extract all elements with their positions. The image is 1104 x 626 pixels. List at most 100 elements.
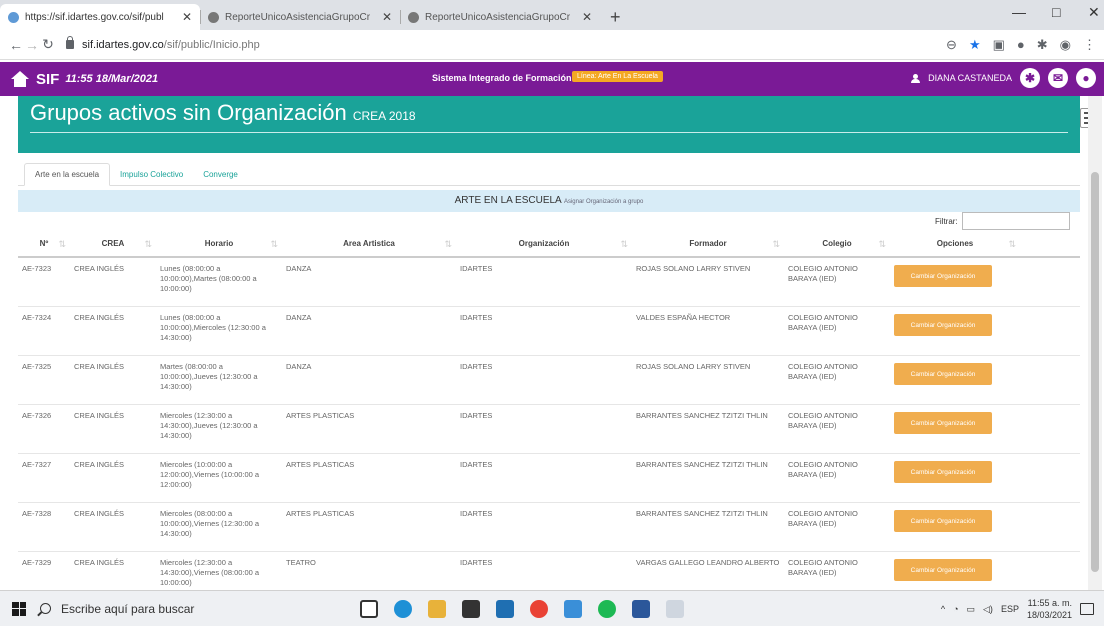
cell-horario: Miercoles (08:00:00 a 10:00:00),Viernes … — [160, 509, 260, 538]
page-title: Grupos activos sin Organización CREA 201… — [30, 100, 416, 126]
column-header-numero[interactable]: Nº — [18, 231, 70, 257]
cell-organizacion: IDARTES — [460, 509, 493, 518]
cell-horario: Martes (08:00:00 a 10:00:00),Jueves (12:… — [160, 362, 258, 391]
cell-opciones: Cambiar Organización — [890, 405, 1020, 453]
chrome-app-icon[interactable] — [530, 599, 548, 618]
page-title-text: Grupos activos sin Organización — [30, 100, 347, 125]
browser-tab-sif[interactable]: https://sif.idartes.gov.co/sif/publ ✕ — [0, 4, 200, 30]
volume-icon[interactable]: ◁) — [983, 604, 993, 615]
taskbar-clock[interactable]: 11:55 a. m. 18/03/2021 — [1027, 597, 1072, 621]
section-header: ARTE EN LA ESCUELA Asignar Organización … — [18, 190, 1080, 212]
network-icon[interactable]: ◔ — [953, 604, 958, 614]
account-icon[interactable]: ● — [1076, 68, 1096, 88]
mail-app-icon[interactable] — [496, 599, 514, 618]
cambiar-organizacion-button[interactable]: Cambiar Organización — [894, 412, 992, 434]
cell-area: DANZA — [286, 264, 312, 273]
cell-numero: AE-7328 — [22, 509, 52, 518]
cambiar-organizacion-button[interactable]: Cambiar Organización — [894, 314, 992, 336]
back-icon[interactable]: ← — [8, 37, 24, 53]
column-header-organizacion[interactable]: Organización — [456, 231, 632, 257]
cell-organizacion: IDARTES — [460, 362, 493, 371]
app-icon[interactable] — [564, 599, 582, 618]
close-icon[interactable]: ✕ — [182, 10, 192, 24]
chevron-up-icon[interactable]: ^ — [941, 604, 945, 614]
cambiar-organizacion-button[interactable]: Cambiar Organización — [894, 363, 992, 385]
profile-icon[interactable]: ◉ — [1060, 37, 1071, 53]
menu-dots-icon[interactable]: ⋮ — [1083, 37, 1096, 53]
browser-tab-reporte-1[interactable]: ReporteUnicoAsistenciaGrupoCr ✕ — [200, 4, 400, 30]
column-header-area[interactable]: Area Artistica — [282, 231, 456, 257]
system-line-badge[interactable]: Línea: Arte En La Escuela — [572, 71, 663, 82]
scrollbar-thumb[interactable] — [1091, 172, 1099, 572]
cell-area: ARTES PLASTICAS — [286, 411, 355, 420]
windows-start-icon[interactable] — [12, 601, 26, 616]
puzzle-icon[interactable]: ✱ — [1037, 37, 1048, 53]
spotify-icon[interactable] — [598, 599, 616, 618]
page-banner: Grupos activos sin Organización CREA 201… — [18, 96, 1080, 153]
notification-icon[interactable] — [1080, 603, 1094, 615]
app-header: SIF 11:55 18/Mar/2021 Sistema Integrado … — [0, 62, 1104, 96]
system-title: Sistema Integrado de Formación — [432, 73, 572, 83]
mail-icon[interactable]: ✉ — [1048, 68, 1068, 88]
cell-numero: AE-7323 — [22, 264, 52, 273]
groups-table: Nº CREA Horario Area Artistica Organizac… — [18, 231, 1080, 601]
column-header-horario[interactable]: Horario — [156, 231, 282, 257]
column-header-opciones[interactable]: Opciones — [890, 231, 1020, 257]
table-row: AE-7323 CREA INGLÉS Lunes (08:00:00 a 10:0… — [18, 258, 1080, 307]
extension-icon[interactable]: ▣ — [993, 37, 1005, 53]
store-icon[interactable] — [462, 599, 480, 618]
table-body: AE-7323 CREA INGLÉS Lunes (08:00:00 a 10:0… — [18, 258, 1080, 601]
user-name[interactable]: DIANA CASTANEDA — [928, 73, 1012, 83]
extension-icon[interactable]: ● — [1017, 37, 1025, 52]
tab-converge[interactable]: Converge — [193, 164, 248, 185]
clock-date: 18/03/2021 — [1026, 610, 1072, 620]
reload-icon[interactable]: ↻ — [40, 36, 56, 53]
home-icon[interactable] — [10, 71, 30, 87]
cell-organizacion: IDARTES — [460, 460, 493, 469]
window-close-icon[interactable]: ✕ — [1088, 4, 1100, 21]
cambiar-organizacion-button[interactable]: Cambiar Organización — [894, 265, 992, 287]
table-row: AE-7324 CREA INGLÉS Lunes (08:00:00 a 10:0… — [18, 307, 1080, 356]
minimize-icon[interactable]: — — [1012, 4, 1026, 20]
cell-formador: VALDES ESPAÑA HECTOR — [636, 313, 731, 322]
app-brand[interactable]: SIF — [36, 71, 59, 88]
task-view-icon[interactable] — [360, 599, 378, 618]
cell-opciones: Cambiar Organización — [890, 307, 1020, 355]
cell-horario: Miercoles (12:30:00 a 14:30:00),Jueves (… — [160, 411, 258, 440]
tab-title: ReporteUnicoAsistenciaGrupoCr — [225, 11, 371, 23]
tab-arte-en-la-escuela[interactable]: Arte en la escuela — [24, 163, 111, 186]
new-tab-button[interactable]: + — [600, 4, 631, 30]
close-icon[interactable]: ✕ — [582, 10, 592, 24]
table-row: AE-7326 CREA INGLÉS Miercoles (12:30:00 a … — [18, 405, 1080, 454]
cambiar-organizacion-button[interactable]: Cambiar Organización — [894, 461, 992, 483]
column-header-colegio[interactable]: Colegio — [784, 231, 890, 257]
word-icon[interactable] — [632, 599, 650, 618]
filter-input[interactable] — [961, 212, 1070, 230]
paint-icon[interactable] — [666, 599, 684, 618]
cambiar-organizacion-button[interactable]: Cambiar Organización — [894, 510, 992, 532]
close-icon[interactable]: ✕ — [382, 10, 392, 24]
file-explorer-icon[interactable] — [428, 599, 446, 618]
help-icon[interactable]: ✱ — [1020, 68, 1040, 88]
column-header-crea[interactable]: CREA — [70, 231, 156, 257]
cell-horario: Lunes (08:00:00 a 10:00:00),Martes (08:0… — [160, 264, 257, 293]
zoom-icon[interactable]: ⊖ — [946, 37, 957, 53]
language-indicator[interactable]: ESP — [1001, 604, 1019, 614]
taskbar-search-placeholder: Escribe aquí para buscar — [61, 601, 195, 616]
edge-icon[interactable] — [394, 599, 412, 618]
taskbar-search[interactable]: Escribe aquí para buscar — [40, 591, 320, 626]
cell-crea: CREA INGLÉS — [74, 460, 125, 469]
url-input[interactable]: sif.idartes.gov.co /sif/public/Inicio.ph… — [66, 34, 926, 56]
bookmark-star-icon[interactable]: ★ — [969, 37, 981, 53]
battery-icon[interactable]: ▭ — [967, 604, 976, 615]
maximize-icon[interactable]: □ — [1052, 4, 1060, 20]
page-scrollbar[interactable] — [1088, 96, 1102, 590]
forward-icon[interactable]: → — [24, 37, 40, 53]
lock-icon — [66, 36, 75, 49]
browser-tab-reporte-2[interactable]: ReporteUnicoAsistenciaGrupoCr ✕ — [400, 4, 600, 30]
filter-label: Filtrar: — [935, 216, 958, 226]
tab-impulso-colectivo[interactable]: Impulso Colectivo — [110, 164, 193, 185]
column-header-formador[interactable]: Formador — [632, 231, 784, 257]
cell-formador: ROJAS SOLANO LARRY STIVEN — [636, 264, 751, 273]
cambiar-organizacion-button[interactable]: Cambiar Organización — [894, 559, 992, 581]
